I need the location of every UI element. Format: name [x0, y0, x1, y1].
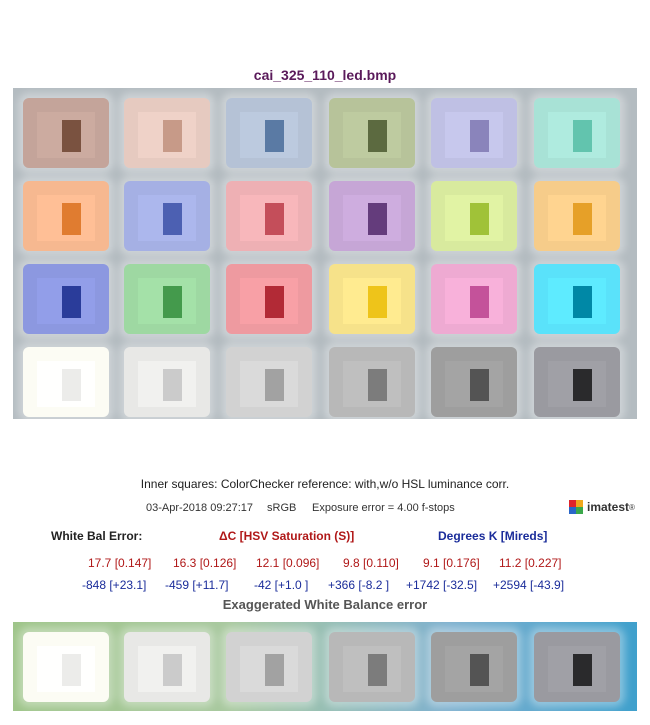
color-patch	[431, 181, 517, 251]
color-patch	[226, 632, 312, 702]
patch-inner-square	[62, 286, 81, 318]
degrees-k-header: Degrees K [Mireds]	[438, 529, 548, 543]
color-patch	[534, 98, 620, 168]
color-patch	[329, 98, 415, 168]
color-patch	[226, 181, 312, 251]
color-patch	[534, 347, 620, 417]
patch-inner-square	[265, 203, 284, 235]
color-patch	[431, 264, 517, 334]
patch-inner-square	[470, 286, 489, 318]
patch-inner-square	[368, 120, 387, 152]
color-patch	[534, 264, 620, 334]
exposure-error: Exposure error = 4.00 f-stops	[312, 502, 455, 514]
color-patch	[534, 181, 620, 251]
patch-inner-square	[163, 120, 182, 152]
degrees-k-value: +1742 [-32.5]	[406, 578, 478, 592]
patch-inner-square	[62, 120, 81, 152]
patch-inner-square	[265, 286, 284, 318]
dc-value: 16.3 [0.126]	[173, 556, 237, 570]
dc-value: 17.7 [0.147]	[88, 556, 152, 570]
patch-inner-square	[573, 203, 592, 235]
dc-value: 9.8 [0.110]	[343, 556, 399, 570]
patch-inner-square	[573, 369, 592, 401]
patch-inner-square	[470, 203, 489, 235]
color-patch	[431, 347, 517, 417]
patch-inner-square	[163, 203, 182, 235]
color-patch	[23, 264, 109, 334]
patch-inner-square	[573, 286, 592, 318]
color-patch	[23, 181, 109, 251]
degrees-k-value: -42 [+1.0 ]	[254, 578, 309, 592]
degrees-k-value: -848 [+23.1]	[82, 578, 147, 592]
color-patch	[329, 632, 415, 702]
color-patch	[23, 98, 109, 168]
color-patch	[431, 632, 517, 702]
color-patch	[23, 347, 109, 417]
color-patch	[226, 98, 312, 168]
imatest-logo-text: imatest	[587, 500, 630, 514]
patch-inner-square	[470, 654, 489, 686]
color-patch	[124, 347, 210, 417]
image-title: cai_325_110_led.bmp	[253, 67, 397, 83]
color-patch	[534, 632, 620, 702]
patch-inner-square	[470, 120, 489, 152]
delta-c-header: ΔC [HSV Saturation (S)]	[219, 529, 355, 543]
patch-inner-square	[62, 654, 81, 686]
patch-inner-square	[163, 654, 182, 686]
dc-value: 9.1 [0.176]	[423, 556, 480, 570]
color-patch	[124, 632, 210, 702]
patch-inner-square	[265, 654, 284, 686]
imatest-logo-reg: ®	[629, 502, 635, 512]
color-patch	[226, 264, 312, 334]
patch-inner-square	[470, 369, 489, 401]
imatest-logo-icon	[569, 500, 583, 514]
patch-inner-square	[163, 369, 182, 401]
white-bal-error-label: White Bal Error:	[51, 529, 143, 543]
exaggerated-wb-label: Exaggerated White Balance error	[222, 597, 428, 612]
patch-inner-square	[265, 369, 284, 401]
patch-inner-square	[265, 120, 284, 152]
color-patch	[329, 347, 415, 417]
color-patch	[124, 264, 210, 334]
caption: Inner squares: ColorChecker reference: w…	[140, 477, 510, 491]
degrees-k-value: +2594 [-43.9]	[493, 578, 565, 592]
patch-inner-square	[368, 369, 387, 401]
patch-inner-square	[368, 286, 387, 318]
patch-inner-square	[573, 654, 592, 686]
patch-inner-square	[573, 120, 592, 152]
color-patch	[226, 347, 312, 417]
color-patch	[124, 181, 210, 251]
patch-inner-square	[62, 369, 81, 401]
color-patch	[329, 264, 415, 334]
patch-inner-square	[62, 203, 81, 235]
patch-inner-square	[368, 654, 387, 686]
colorspace: sRGB	[267, 502, 297, 514]
patch-inner-square	[163, 286, 182, 318]
color-patch	[329, 181, 415, 251]
patch-inner-square	[368, 203, 387, 235]
timestamp: 03-Apr-2018 09:27:17	[146, 502, 254, 514]
color-patch	[431, 98, 517, 168]
dc-value: 12.1 [0.096]	[256, 556, 320, 570]
dc-value: 11.2 [0.227]	[499, 556, 562, 570]
color-patch	[124, 98, 210, 168]
exaggerated-wb-image	[13, 622, 637, 711]
colorchecker-image	[13, 88, 637, 419]
color-patch	[23, 632, 109, 702]
imatest-logo: imatest ®	[569, 500, 635, 514]
degrees-k-value: -459 [+11.7]	[165, 578, 229, 592]
degrees-k-value: +366 [-8.2 ]	[328, 578, 390, 592]
